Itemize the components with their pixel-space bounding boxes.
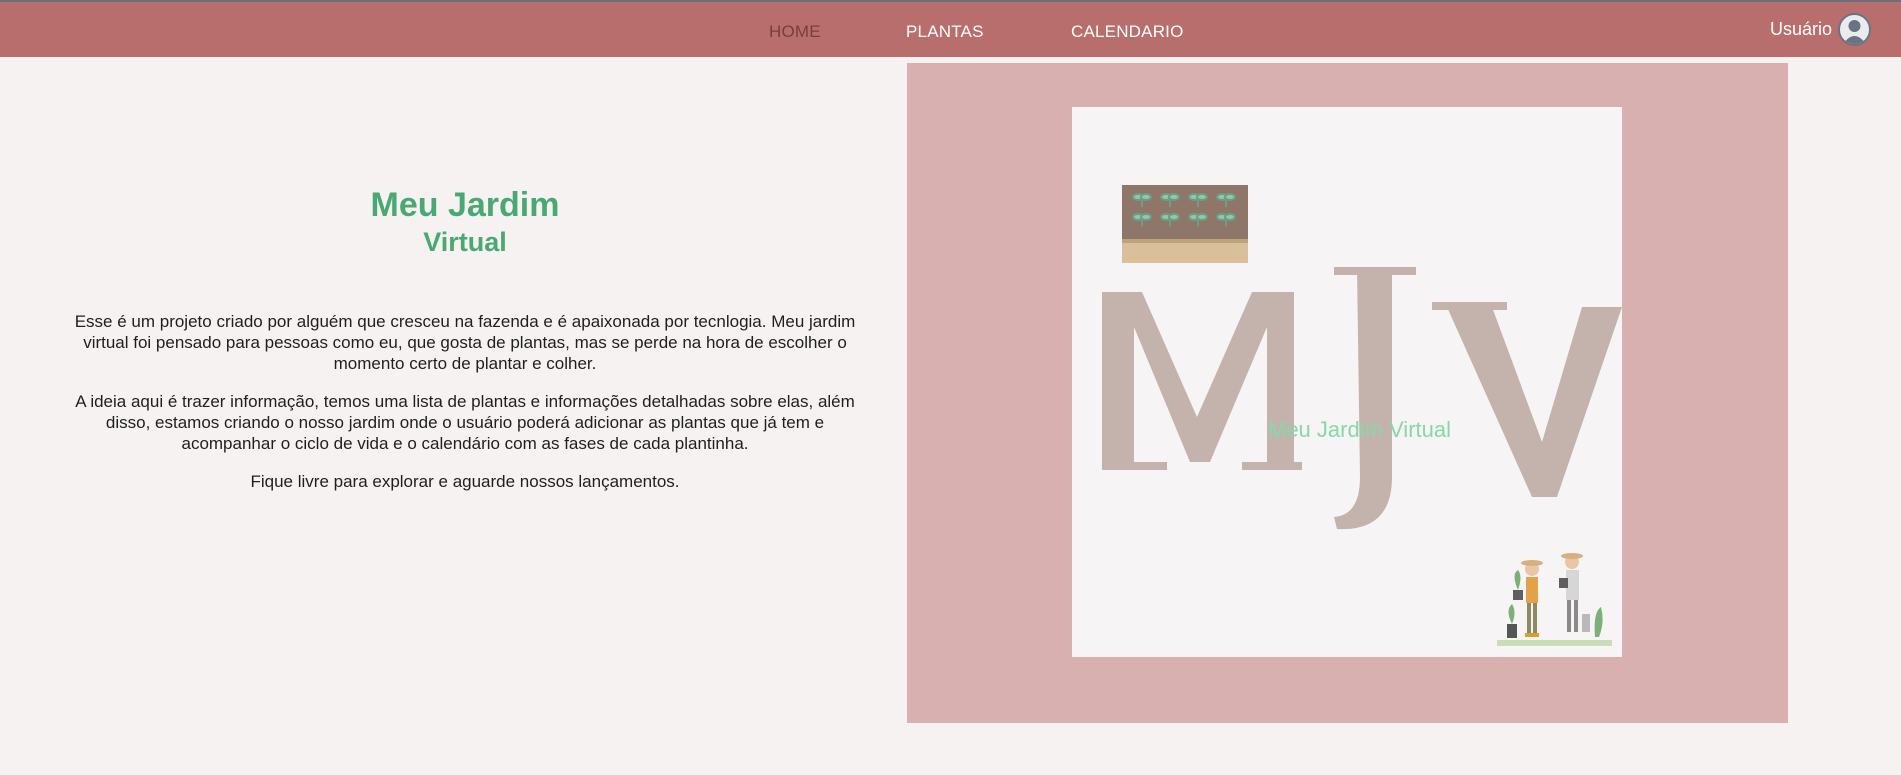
user-label: Usuário [1769,19,1832,39]
top-navigation-bar: HOME PLANTAS CALENDARIO Usuário [0,0,1901,57]
logo-image: Meu Jardim Virtual [1072,107,1622,657]
nav-home-link[interactable]: HOME [769,22,821,42]
user-avatar-icon[interactable] [1838,13,1871,46]
page-title: Meu Jardim [370,186,560,224]
nav-calendario-link[interactable]: CALENDARIO [1071,22,1184,42]
mjv-monogram [1102,267,1622,530]
intro-paragraph-1: Esse é um projeto criado por alguém que … [74,312,856,373]
intro-section: Meu Jardim Virtual Esse é um projeto cri… [65,185,865,509]
gardeners-illustration-icon [1497,553,1612,646]
main-nav: HOME PLANTAS CALENDARIO [0,2,1901,57]
nav-plantas-link[interactable]: PLANTAS [906,22,984,42]
intro-paragraph-2: A ideia aqui é trazer informação, temos … [75,392,855,453]
user-menu[interactable]: Usuário [1770,13,1871,46]
hero-image-frame: Meu Jardim Virtual [907,63,1788,723]
intro-paragraph-3: Fique livre para explorar e aguarde noss… [250,472,680,491]
page-subtitle: Virtual [423,227,507,257]
planter-box-icon [1122,185,1248,263]
logo-caption: Meu Jardim Virtual [1268,417,1451,442]
